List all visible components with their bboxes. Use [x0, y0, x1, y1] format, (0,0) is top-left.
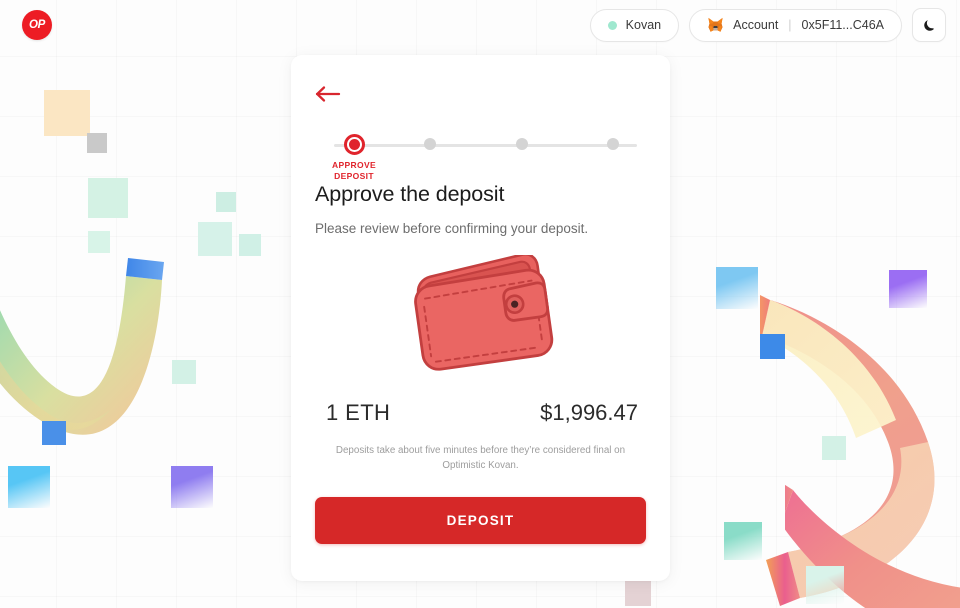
stepper-step-label-line2: DEPOSIT: [334, 170, 374, 181]
header-actions: Kovan Account | 0x5F11...C46A: [589, 8, 946, 42]
stepper-step-4[interactable]: [607, 122, 619, 150]
stepper-dot-pending: [516, 138, 528, 150]
theme-toggle-button[interactable]: [912, 8, 946, 42]
stepper-step-label-line1: APPROVE: [331, 160, 377, 170]
stepper-dot-active: [343, 134, 365, 155]
amount-crypto: 1 ETH: [326, 400, 391, 425]
stepper-step-approve-deposit[interactable]: APPROVE DEPOSIT: [323, 122, 385, 182]
account-button[interactable]: Account | 0x5F11...C46A: [689, 8, 902, 42]
deposit-button[interactable]: DEPOSIT: [315, 497, 646, 545]
metamask-fox-icon: [708, 17, 723, 32]
stepper-dot-pending: [424, 138, 436, 150]
status-dot-icon: [607, 20, 617, 30]
network-selector[interactable]: Kovan: [589, 8, 680, 42]
account-address: 0x5F11...C46A: [801, 18, 884, 32]
optimism-logo[interactable]: OP: [22, 10, 52, 40]
wallet-icon: [413, 255, 553, 371]
progress-stepper: APPROVE DEPOSIT: [315, 122, 646, 181]
deposit-amount-row: 1 ETH $1,996.47: [315, 400, 646, 426]
amount-fiat: $1,996.47: [540, 400, 638, 425]
moon-icon: [923, 19, 934, 31]
stepper-dot-pending: [607, 138, 619, 150]
page-title: Approve the deposit: [315, 182, 505, 206]
wallet-illustration: [315, 250, 646, 382]
page-subtitle: Please review before confirming your dep…: [315, 221, 589, 236]
account-label: Account: [733, 18, 779, 32]
account-separator: |: [788, 18, 792, 32]
deposit-finality-note: Deposits take about five minutes before …: [335, 445, 626, 471]
stepper-step-2[interactable]: [424, 122, 436, 150]
deposit-card: APPROVE DEPOSIT Approve the deposit Plea…: [291, 55, 670, 581]
arrow-left-icon[interactable]: [315, 84, 341, 104]
stepper-step-3[interactable]: [516, 122, 528, 150]
stepper-step-label: APPROVE DEPOSIT: [323, 160, 385, 182]
app-header: OP Kovan Account | 0x5F11...C46A: [0, 0, 960, 50]
network-label: Kovan: [625, 18, 662, 32]
